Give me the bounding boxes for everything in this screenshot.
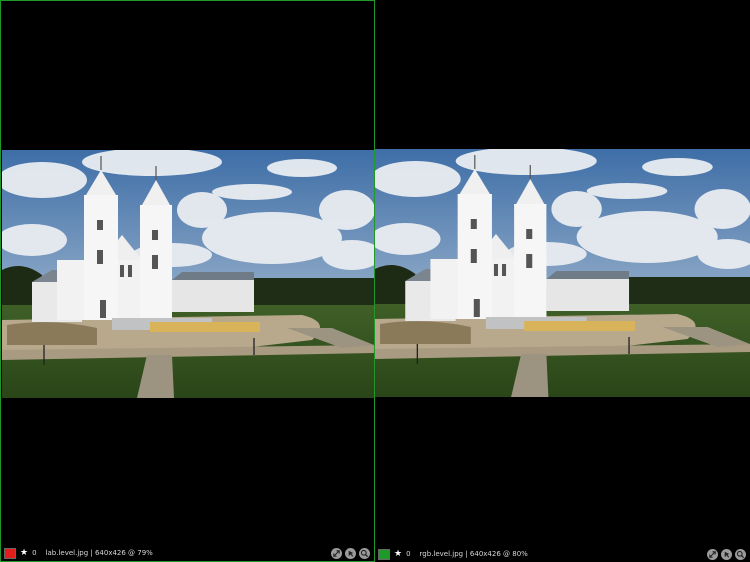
color-label-swatch[interactable] xyxy=(4,547,16,559)
tool-buttons xyxy=(331,547,370,559)
pointer-icon[interactable] xyxy=(345,547,356,559)
pointer-icon[interactable] xyxy=(721,548,732,560)
status-bar: ★ 0 rgb.level.jpg | 640x426 @ 80% xyxy=(375,546,750,562)
status-bar: ★ 0 lab.level.jpg | 640x426 @ 79% xyxy=(1,545,374,561)
image-viewer-pane-right[interactable]: ★ 0 rgb.level.jpg | 640x426 @ 80% xyxy=(375,0,750,562)
image-caption: lab.level.jpg | 640x426 @ 79% xyxy=(45,549,153,557)
rating-count: 0 xyxy=(406,550,411,558)
image-viewer-pane-left[interactable]: ★ 0 lab.level.jpg | 640x426 @ 79% xyxy=(0,0,375,562)
image-caption: rgb.level.jpg | 640x426 @ 80% xyxy=(419,550,528,558)
expand-icon[interactable] xyxy=(331,547,342,559)
zoom-icon[interactable] xyxy=(359,547,370,559)
star-icon[interactable]: ★ xyxy=(394,549,402,559)
rating-count: 0 xyxy=(32,549,37,557)
tool-buttons xyxy=(707,548,746,560)
zoom-icon[interactable] xyxy=(735,548,746,560)
star-icon[interactable]: ★ xyxy=(20,548,28,558)
expand-icon[interactable] xyxy=(707,548,718,560)
church-photo xyxy=(375,149,750,397)
church-photo xyxy=(2,150,374,398)
color-label-swatch[interactable] xyxy=(378,548,390,560)
